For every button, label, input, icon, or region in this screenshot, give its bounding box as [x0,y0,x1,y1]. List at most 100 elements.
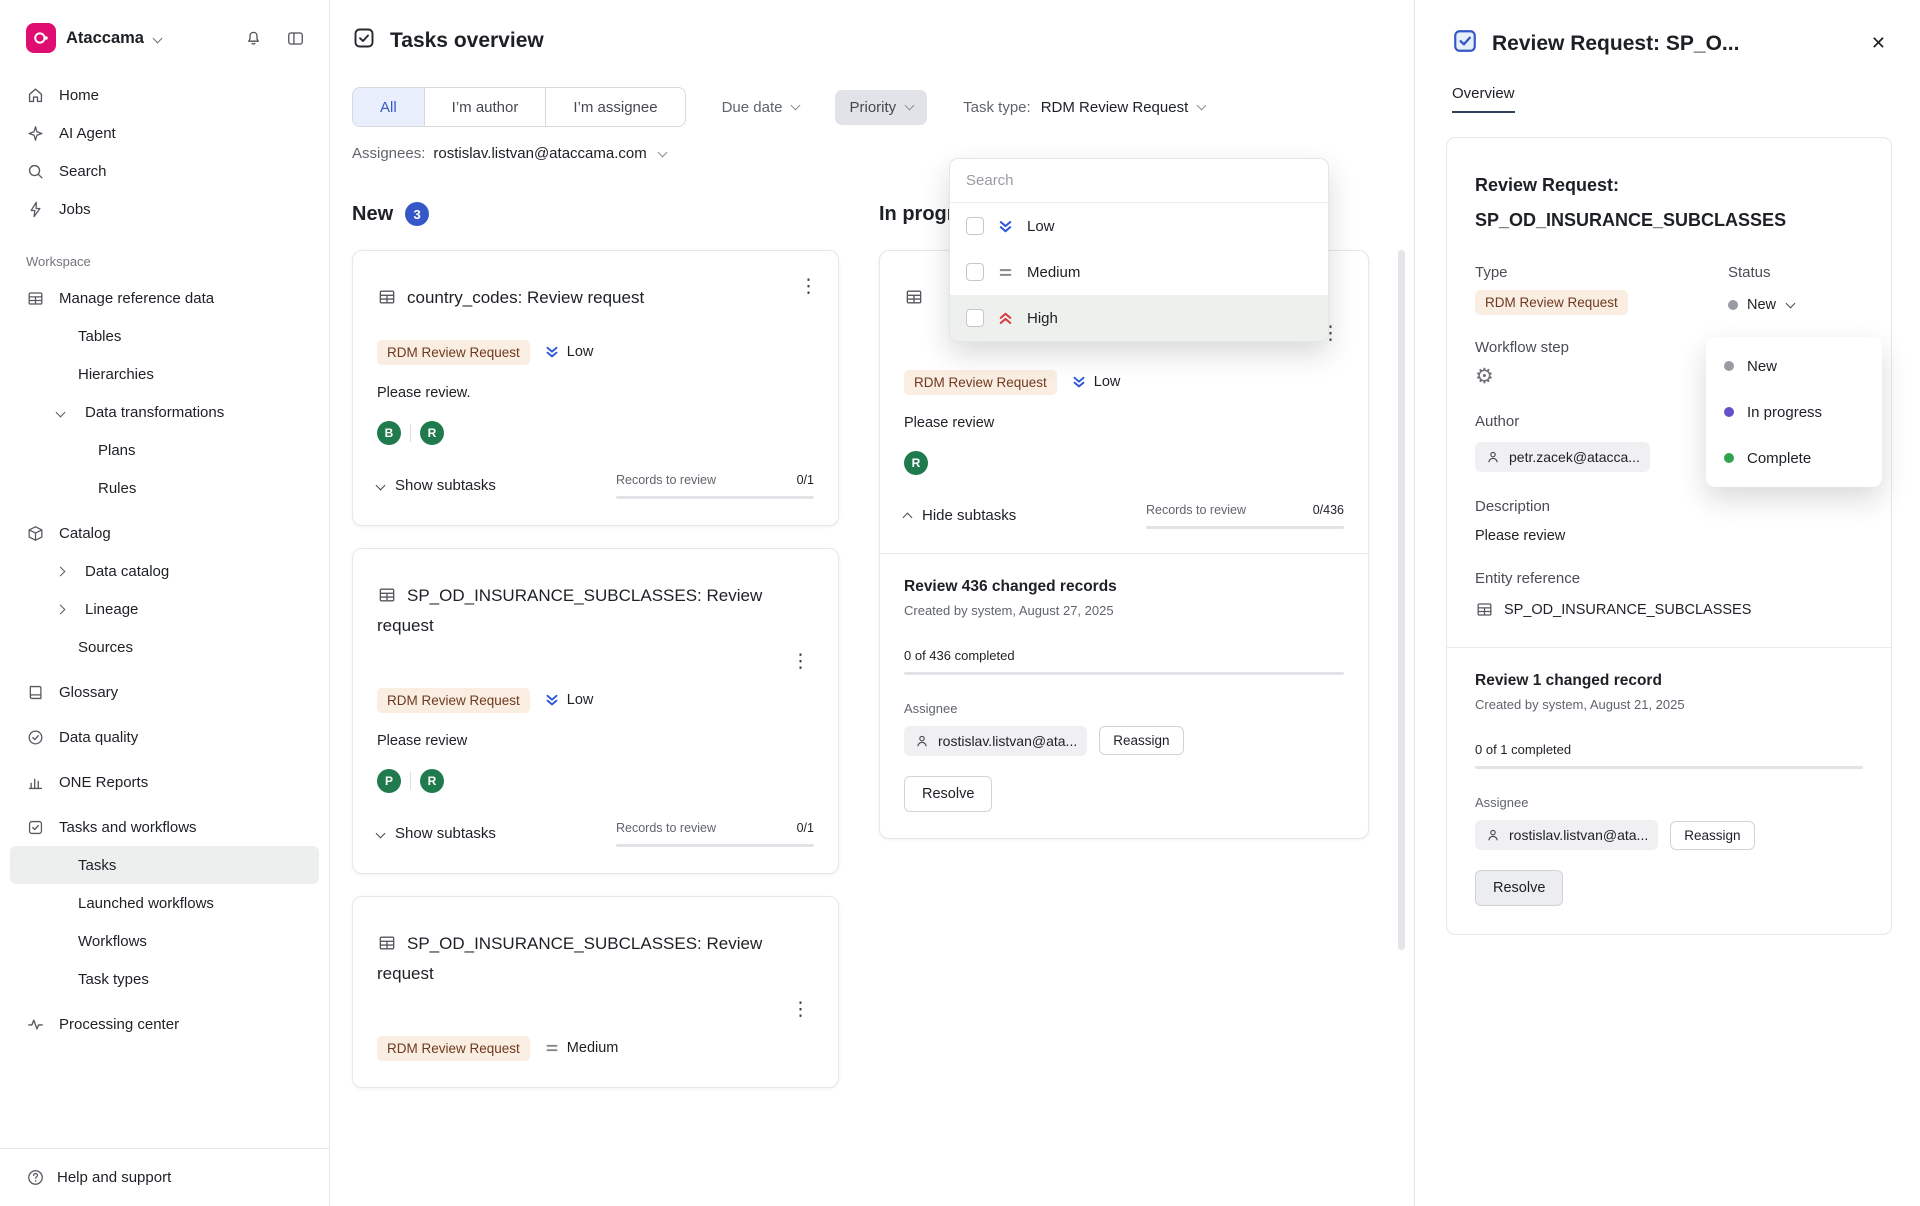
sidebar-item-launched-workflows[interactable]: Launched workflows [0,884,329,922]
show-subtasks-toggle[interactable]: Show subtasks [377,825,496,842]
task-card-sp-od-insurance-1[interactable]: SP_OD_INSURANCE_SUBCLASSES: Review reque… [352,548,839,874]
table-icon [904,287,924,307]
sidebar-item-jobs[interactable]: Jobs [0,190,329,228]
show-subtasks-toggle[interactable]: Show subtasks [377,477,496,494]
due-date-label: Due date [722,99,783,116]
sidebar-item-label: Plans [98,442,136,459]
sidebar-item-tables[interactable]: Tables [0,317,329,355]
close-icon[interactable]: ✕ [1867,31,1890,56]
sidebar-item-glossary[interactable]: Glossary [0,673,329,711]
task-type-filter[interactable]: Task type: RDM Review Request [963,99,1205,116]
priority-high-icon [997,310,1014,327]
help-and-support[interactable]: Help and support [0,1148,329,1206]
due-date-filter[interactable]: Due date [722,99,800,116]
sidebar-item-search[interactable]: Search [0,152,329,190]
filter-bar: All I’m author I’m assignee Due date Pri… [352,87,1414,127]
tab-all[interactable]: All [353,88,425,126]
task-card-country-codes[interactable]: ⋮ country_codes: Review request RDM Revi… [352,250,839,526]
sidebar-item-label: Jobs [59,201,91,218]
tab-im-assignee[interactable]: I’m assignee [546,88,684,126]
sidebar-item-lineage[interactable]: Lineage [0,590,329,628]
resolve-button[interactable]: Resolve [904,776,992,812]
sidebar-item-one-reports[interactable]: ONE Reports [0,763,329,801]
records-to-review: Records to review0/1 [616,821,814,847]
sidebar-item-plans[interactable]: Plans [0,431,329,469]
sidebar-item-tasks-and-workflows[interactable]: Tasks and workflows [0,808,329,846]
table-icon [26,289,45,308]
sidebar-item-sources[interactable]: Sources [0,628,329,666]
workspace-nav: Manage reference data Tables Hierarchies… [0,279,329,1043]
priority-indicator: Low [544,344,594,360]
entity-reference[interactable]: SP_OD_INSURANCE_SUBCLASSES [1475,600,1863,619]
sidebar-item-catalog[interactable]: Catalog [0,514,329,552]
sidebar-item-label: ONE Reports [59,774,148,791]
kebab-menu-icon[interactable]: ⋮ [795,277,822,296]
card-description: Please review. [377,385,814,401]
reassign-button[interactable]: Reassign [1670,821,1754,850]
brand-name: Ataccama [66,29,144,48]
kebab-menu-icon[interactable]: ⋮ [787,652,814,672]
sidebar-item-workflows[interactable]: Workflows [0,922,329,960]
status-dropdown: New In progress Complete [1706,337,1882,487]
chevron-right-icon[interactable] [54,606,66,613]
sidebar-item-label: Tasks [78,857,116,874]
hide-subtasks-toggle[interactable]: Hide subtasks [904,507,1016,524]
help-circle-icon [26,1168,45,1187]
priority-label: Priority [849,99,896,116]
sidebar-item-label: Workflows [78,933,147,950]
avatar: P [377,769,401,793]
avatar: R [904,451,928,475]
status-label: Status [1728,264,1794,281]
bar-chart-icon [26,773,45,792]
type-value-tag: RDM Review Request [1475,290,1628,315]
priority-search-input[interactable] [966,172,1312,189]
status-dropdown-trigger[interactable]: New [1728,297,1794,313]
priority-low-icon [997,218,1014,235]
avatar: R [420,421,444,445]
notifications-bell-icon[interactable] [241,26,265,50]
sidebar-item-tasks[interactable]: Tasks [10,846,319,884]
collapse-sidebar-icon[interactable] [283,26,307,50]
author-chip: petr.zacek@atacca... [1475,442,1650,472]
priority-option-high[interactable]: High [950,295,1328,341]
priority-dropdown: Low Medium High [949,158,1329,342]
sidebar-item-ai-agent[interactable]: AI Agent [0,114,329,152]
sidebar-item-data-catalog[interactable]: Data catalog [0,552,329,590]
main-scrollbar-thumb[interactable] [1398,250,1405,950]
checkbox[interactable] [966,217,984,235]
sidebar-item-label: Rules [98,480,136,497]
tab-overview[interactable]: Overview [1452,85,1515,113]
chevron-right-icon[interactable] [54,568,66,575]
status-option-new[interactable]: New [1706,343,1882,389]
reassign-button[interactable]: Reassign [1099,726,1183,755]
chevron-down-icon [905,101,915,111]
sidebar-item-processing-center[interactable]: Processing center [0,1005,329,1043]
sidebar-item-manage-reference-data[interactable]: Manage reference data [0,279,329,317]
sidebar-item-data-transformations[interactable]: Data transformations [0,393,329,431]
priority-option-low[interactable]: Low [950,203,1328,249]
sidebar-item-data-quality[interactable]: Data quality [0,718,329,756]
priority-option-medium[interactable]: Medium [950,249,1328,295]
priority-filter[interactable]: Priority [835,90,927,125]
status-dot-new [1728,300,1738,310]
checkbox[interactable] [966,263,984,281]
kebab-menu-icon[interactable]: ⋮ [787,1000,814,1020]
chevron-down-icon[interactable] [54,409,66,416]
task-card-sp-od-insurance-2[interactable]: SP_OD_INSURANCE_SUBCLASSES: Review reque… [352,896,839,1088]
avatar: B [377,421,401,445]
sidebar-item-label: Processing center [59,1016,179,1033]
sidebar-item-task-types[interactable]: Task types [0,960,329,998]
pulse-icon [26,1015,45,1034]
sidebar-item-home[interactable]: Home [0,76,329,114]
status-option-complete[interactable]: Complete [1706,435,1882,481]
checkbox[interactable] [966,309,984,327]
assignee-chip: rostislav.listvan@ata... [1475,820,1658,850]
sidebar-item-hierarchies[interactable]: Hierarchies [0,355,329,393]
brand-chevron-down-icon[interactable] [153,33,163,43]
status-option-in-progress[interactable]: In progress [1706,389,1882,435]
resolve-button[interactable]: Resolve [1475,870,1563,906]
sidebar-item-rules[interactable]: Rules [0,469,329,507]
tab-im-author[interactable]: I’m author [425,88,547,126]
new-count-badge: 3 [405,202,429,226]
catalog-box-icon [26,524,45,543]
